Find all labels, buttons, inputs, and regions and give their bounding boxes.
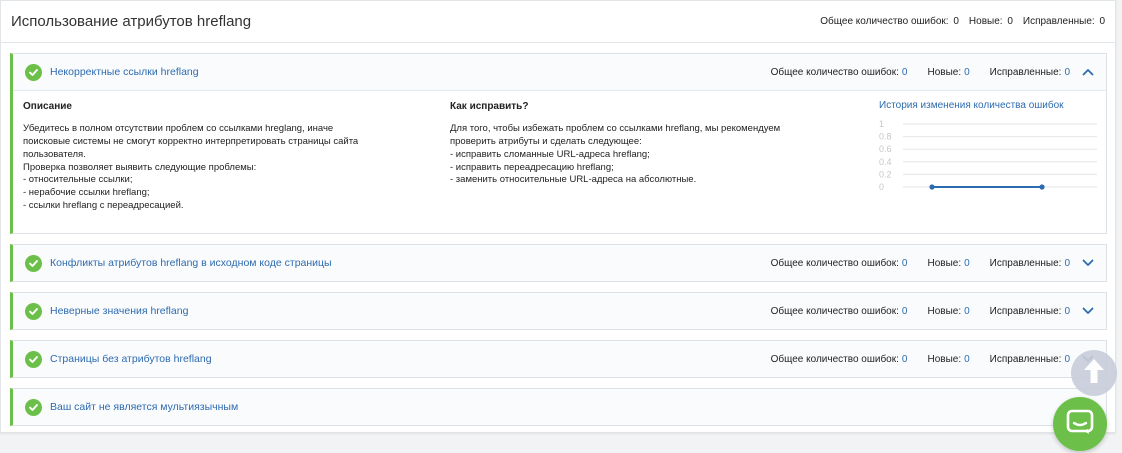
check-title[interactable]: Страницы без атрибутов hreflang (50, 353, 751, 365)
summary-fixed-value: 0 (1099, 16, 1105, 27)
total-value[interactable]: 0 (902, 306, 908, 317)
new-value[interactable]: 0 (964, 306, 970, 317)
arrow-up-icon (1082, 357, 1106, 390)
page-title: Использование атрибутов hreflang (11, 13, 252, 30)
chevron-down-icon[interactable] (1080, 303, 1096, 319)
description-line: Проверка позволяет выявить следующие про… (23, 161, 257, 173)
total-label: Общее количество ошибок: (770, 353, 899, 365)
summary-total-value: 0 (953, 16, 959, 27)
check-title[interactable]: Конфликты атрибутов hreflang в исходном … (50, 257, 751, 269)
check-header[interactable]: Страницы без атрибутов hreflang Общее ко… (13, 341, 1106, 377)
new-value[interactable]: 0 (964, 258, 970, 269)
description-line: - ссылки hreflang с переадресацией. (23, 199, 184, 211)
how-to-fix-heading: Как исправить? (450, 101, 529, 112)
summary-fixed-label: Исправленные: (1022, 16, 1095, 27)
check-circle-icon (25, 63, 42, 81)
new-label: Новые: (927, 257, 962, 269)
fix-line: - исправить сломанные URL-адреса hreflan… (450, 148, 650, 160)
check-circle-icon (25, 350, 42, 368)
check-list: Некорректные ссылки hreflang Общее колич… (1, 53, 1115, 426)
chat-icon (1066, 409, 1094, 440)
summary-counts: Общее количество ошибок: 0 Новые: 0 Испр… (820, 16, 1105, 27)
check-item: Конфликты атрибутов hreflang в исходном … (10, 244, 1107, 282)
total-label: Общее количество ошибок: (770, 257, 899, 269)
data-point[interactable] (1039, 184, 1045, 190)
total-value[interactable]: 0 (902, 354, 908, 365)
fix-line: Для того, чтобы избежать проблем со ссыл… (450, 123, 781, 135)
check-item: Неверные значения hreflang Общее количес… (10, 292, 1107, 330)
fix-line: - заменить относительные URL-адреса на а… (450, 174, 697, 186)
fix-line: проверить атрибуты и сделать следующее: (450, 136, 642, 148)
check-stats: Общее количество ошибок: 0 Новые: 0 Исправ… (751, 64, 1096, 80)
y-tick-label: 0.8 (879, 132, 892, 142)
description-line: пользователя. (23, 148, 86, 160)
check-circle-icon (25, 302, 42, 320)
chevron-up-icon[interactable] (1080, 64, 1096, 80)
how-to-fix-column: Как исправить? Для того, чтобы избежать … (450, 100, 870, 233)
summary-total-label: Общее количество ошибок: (820, 16, 949, 27)
check-header[interactable]: Ваш сайт не является мультиязычным (13, 389, 1106, 425)
chevron-down-icon[interactable] (1080, 255, 1096, 271)
check-circle-icon (25, 398, 42, 416)
history-title[interactable]: История изменения количества ошибок (879, 100, 1105, 111)
description-line: поисковые системы не смогут корректно ин… (23, 136, 359, 148)
y-tick-label: 0 (879, 182, 884, 192)
check-title[interactable]: Некорректные ссылки hreflang (50, 66, 751, 78)
new-label: Новые: (927, 66, 962, 78)
check-stats: Общее количество ошибок: 0 Новые: 0 Исправ… (751, 351, 1096, 367)
hreflang-report-panel: Использование атрибутов hreflang Общее к… (0, 0, 1116, 433)
check-header[interactable]: Конфликты атрибутов hreflang в исходном … (13, 245, 1106, 281)
y-tick-label: 0.4 (879, 157, 892, 167)
check-header[interactable]: Некорректные ссылки hreflang Общее колич… (13, 54, 1106, 90)
check-title[interactable]: Ваш сайт не является мультиязычным (50, 401, 1096, 413)
check-item: Страницы без атрибутов hreflang Общее ко… (10, 340, 1107, 378)
description-column: Описание Убедитесь в полном отсутствии п… (23, 100, 450, 233)
description-heading: Описание (23, 101, 72, 112)
new-label: Новые: (927, 305, 962, 317)
y-tick-label: 0.6 (879, 144, 892, 154)
fixed-label: Исправленные: (989, 305, 1062, 317)
description-line: - относительные ссылки; (23, 174, 133, 186)
fixed-value[interactable]: 0 (1064, 258, 1070, 269)
description-line: - нерабочие ссылки hreflang; (23, 186, 150, 198)
error-history-chart: История изменения количества ошибок 1 0.8… (879, 100, 1105, 194)
total-label: Общее количество ошибок: (770, 305, 899, 317)
scroll-to-top-button[interactable] (1071, 350, 1117, 396)
fixed-label: Исправленные: (989, 257, 1062, 269)
fixed-value[interactable]: 0 (1064, 306, 1070, 317)
fixed-value[interactable]: 0 (1064, 354, 1070, 365)
total-value[interactable]: 0 (902, 258, 908, 269)
summary-new-value: 0 (1007, 16, 1013, 27)
y-tick-label: 1 (879, 119, 884, 129)
fixed-label: Исправленные: (989, 353, 1062, 365)
chat-button[interactable] (1053, 397, 1107, 451)
history-chart-svg: 1 0.8 0.6 0.4 0.2 0 (879, 119, 1097, 192)
new-label: Новые: (927, 353, 962, 365)
y-tick-label: 0.2 (879, 169, 892, 179)
panel-header: Использование атрибутов hreflang Общее к… (1, 1, 1115, 43)
check-header[interactable]: Неверные значения hreflang Общее количес… (13, 293, 1106, 329)
description-line: Убедитесь в полном отсутствии проблем со… (23, 123, 334, 135)
check-stats: Общее количество ошибок: 0 Новые: 0 Исправ… (751, 303, 1096, 319)
total-label: Общее количество ошибок: (770, 66, 899, 78)
check-circle-icon (25, 254, 42, 272)
data-point[interactable] (929, 184, 935, 190)
check-stats: Общее количество ошибок: 0 Новые: 0 Исправ… (751, 255, 1096, 271)
summary-new-label: Новые: (968, 16, 1003, 27)
fixed-value[interactable]: 0 (1064, 67, 1070, 78)
check-item: Некорректные ссылки hreflang Общее колич… (10, 53, 1107, 234)
check-title[interactable]: Неверные значения hreflang (50, 305, 751, 317)
new-value[interactable]: 0 (964, 354, 970, 365)
fixed-label: Исправленные: (989, 66, 1062, 78)
check-item: Ваш сайт не является мультиязычным (10, 388, 1107, 426)
new-value[interactable]: 0 (964, 67, 970, 78)
total-value[interactable]: 0 (902, 67, 908, 78)
check-details: Описание Убедитесь в полном отсутствии п… (13, 90, 1106, 233)
fix-line: - исправить переадресацию hreflang; (450, 161, 614, 173)
